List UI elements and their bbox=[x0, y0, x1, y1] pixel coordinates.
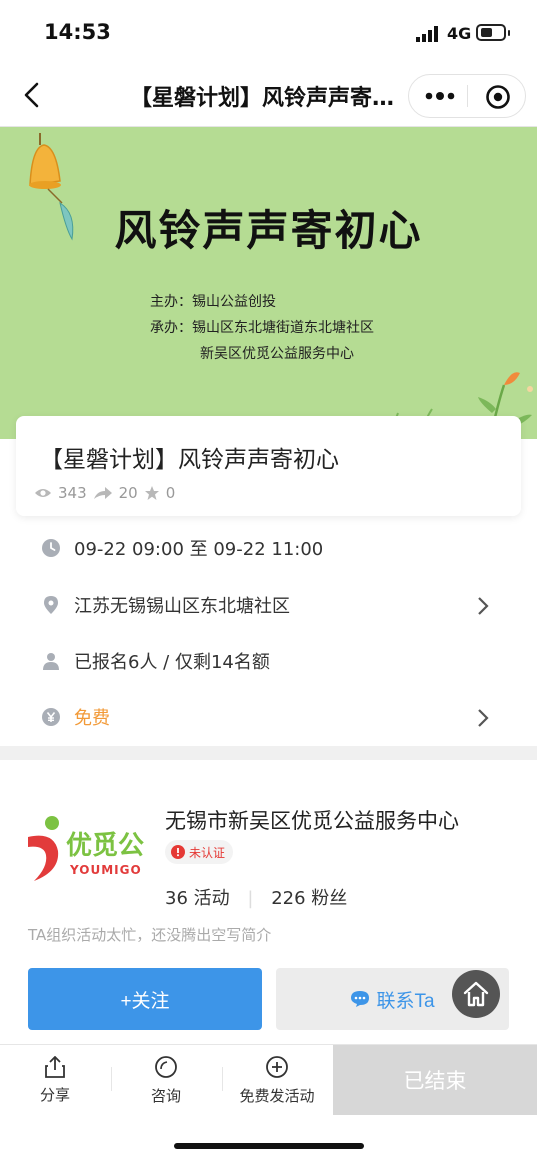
event-time: 09-22 09:00 至 09-22 11:00 bbox=[74, 539, 324, 560]
battery-icon bbox=[476, 24, 506, 41]
yuan-icon bbox=[42, 708, 60, 726]
info-row-price[interactable]: 免费 bbox=[0, 690, 537, 746]
share-label: 分享 bbox=[39, 1085, 70, 1104]
battery-nub bbox=[508, 30, 510, 36]
shares-count: 20 bbox=[118, 484, 138, 502]
status-bar: 14:53 4G bbox=[0, 0, 537, 66]
logo-subtext: YOUMIGO bbox=[70, 863, 142, 877]
capsule-divider bbox=[467, 85, 468, 107]
event-banner: 风铃声声寄初心 主办：锡山公益创投 承办：锡山区东北塘街道东北塘社区 新吴区优觅… bbox=[0, 127, 537, 439]
target-icon[interactable] bbox=[485, 84, 511, 110]
contact-label: 联系Ta bbox=[376, 990, 435, 1012]
chat-bubble-icon bbox=[351, 991, 370, 1007]
logo-text: 优觅公 bbox=[66, 831, 145, 861]
home-indicator bbox=[174, 1143, 364, 1149]
share-arrow-icon bbox=[93, 487, 112, 499]
add-circle-icon bbox=[266, 1055, 288, 1078]
fans-count: 226 粉丝 bbox=[271, 888, 348, 909]
banner-organizer-2: 新吴区优觅公益服务中心 bbox=[200, 346, 354, 362]
info-row-enrollment: 已报名6人 / 仅剩14名额 bbox=[0, 634, 537, 690]
star-icon bbox=[144, 486, 159, 500]
event-enrollment: 已报名6人 / 仅剩14名额 bbox=[74, 652, 270, 673]
stats-divider: | bbox=[247, 888, 254, 909]
section-divider bbox=[0, 746, 537, 760]
badge-label: 未认证 bbox=[189, 845, 226, 860]
event-price: 免费 bbox=[74, 708, 110, 729]
event-location: 江苏无锡锡山区东北塘社区 bbox=[74, 596, 290, 617]
organizer-logo[interactable]: 优觅公 YOUMIGO bbox=[24, 815, 154, 885]
location-pin-icon bbox=[44, 596, 58, 614]
unverified-badge: 未认证 bbox=[165, 840, 234, 864]
consult-bubble-icon bbox=[155, 1055, 177, 1078]
organizer-name[interactable]: 无锡市新吴区优觅公益服务中心 bbox=[165, 805, 459, 835]
status-time: 14:53 bbox=[44, 20, 111, 44]
banner-host: 主办：锡山公益创投 bbox=[150, 294, 276, 310]
event-stats: 343 20 0 bbox=[34, 484, 175, 502]
logo-mark bbox=[28, 816, 59, 881]
consult-label: 咨询 bbox=[150, 1086, 181, 1105]
share-icon bbox=[45, 1055, 65, 1078]
share-tab[interactable]: 分享 bbox=[0, 1045, 110, 1115]
chevron-right-icon bbox=[478, 709, 489, 727]
warning-icon bbox=[171, 845, 185, 859]
signal-icon bbox=[416, 26, 438, 42]
ended-button[interactable]: 已结束 bbox=[333, 1045, 537, 1115]
banner-organizer-1: 承办：锡山区东北塘街道东北塘社区 bbox=[150, 320, 374, 336]
follow-button[interactable]: +关注 bbox=[28, 968, 262, 1030]
views-count: 343 bbox=[58, 484, 87, 502]
banner-title: 风铃声声寄初心 bbox=[114, 206, 423, 255]
bottom-action-bar: 分享 咨询 免费发活动 已结束 bbox=[0, 1044, 537, 1115]
info-row-location[interactable]: 江苏无锡锡山区东北塘社区 bbox=[0, 578, 537, 634]
page-title: 【星磐计划】风铃声声寄初心… bbox=[130, 86, 410, 111]
more-dots-icon[interactable] bbox=[425, 89, 455, 103]
event-title-card: 【星磐计划】风铃声声寄初心 343 20 0 bbox=[16, 416, 521, 516]
organizer-stats: 36 活动 | 226 粉丝 bbox=[165, 884, 347, 910]
mini-program-capsule bbox=[408, 74, 526, 118]
back-arrow-icon[interactable] bbox=[18, 80, 48, 110]
clock-icon bbox=[42, 539, 60, 557]
info-row-time: 09-22 09:00 至 09-22 11:00 bbox=[0, 521, 537, 577]
network-label: 4G bbox=[447, 24, 472, 43]
publish-label: 免费发活动 bbox=[239, 1086, 315, 1105]
activities-count: 36 活动 bbox=[165, 888, 230, 909]
home-floating-button[interactable] bbox=[452, 970, 500, 1018]
organizer-description: TA组织活动太忙，还没腾出空写简介 bbox=[28, 926, 272, 944]
chevron-right-icon bbox=[478, 597, 489, 615]
consult-tab[interactable]: 咨询 bbox=[111, 1045, 221, 1115]
publish-tab[interactable]: 免费发活动 bbox=[222, 1045, 332, 1115]
event-title: 【星磐计划】风铃声声寄初心 bbox=[40, 447, 339, 473]
home-icon bbox=[463, 981, 489, 1007]
favorites-count: 0 bbox=[165, 484, 176, 502]
eye-icon bbox=[35, 489, 51, 497]
nav-bar: 【星磐计划】风铃声声寄初心… bbox=[0, 66, 537, 127]
person-icon bbox=[43, 653, 59, 670]
